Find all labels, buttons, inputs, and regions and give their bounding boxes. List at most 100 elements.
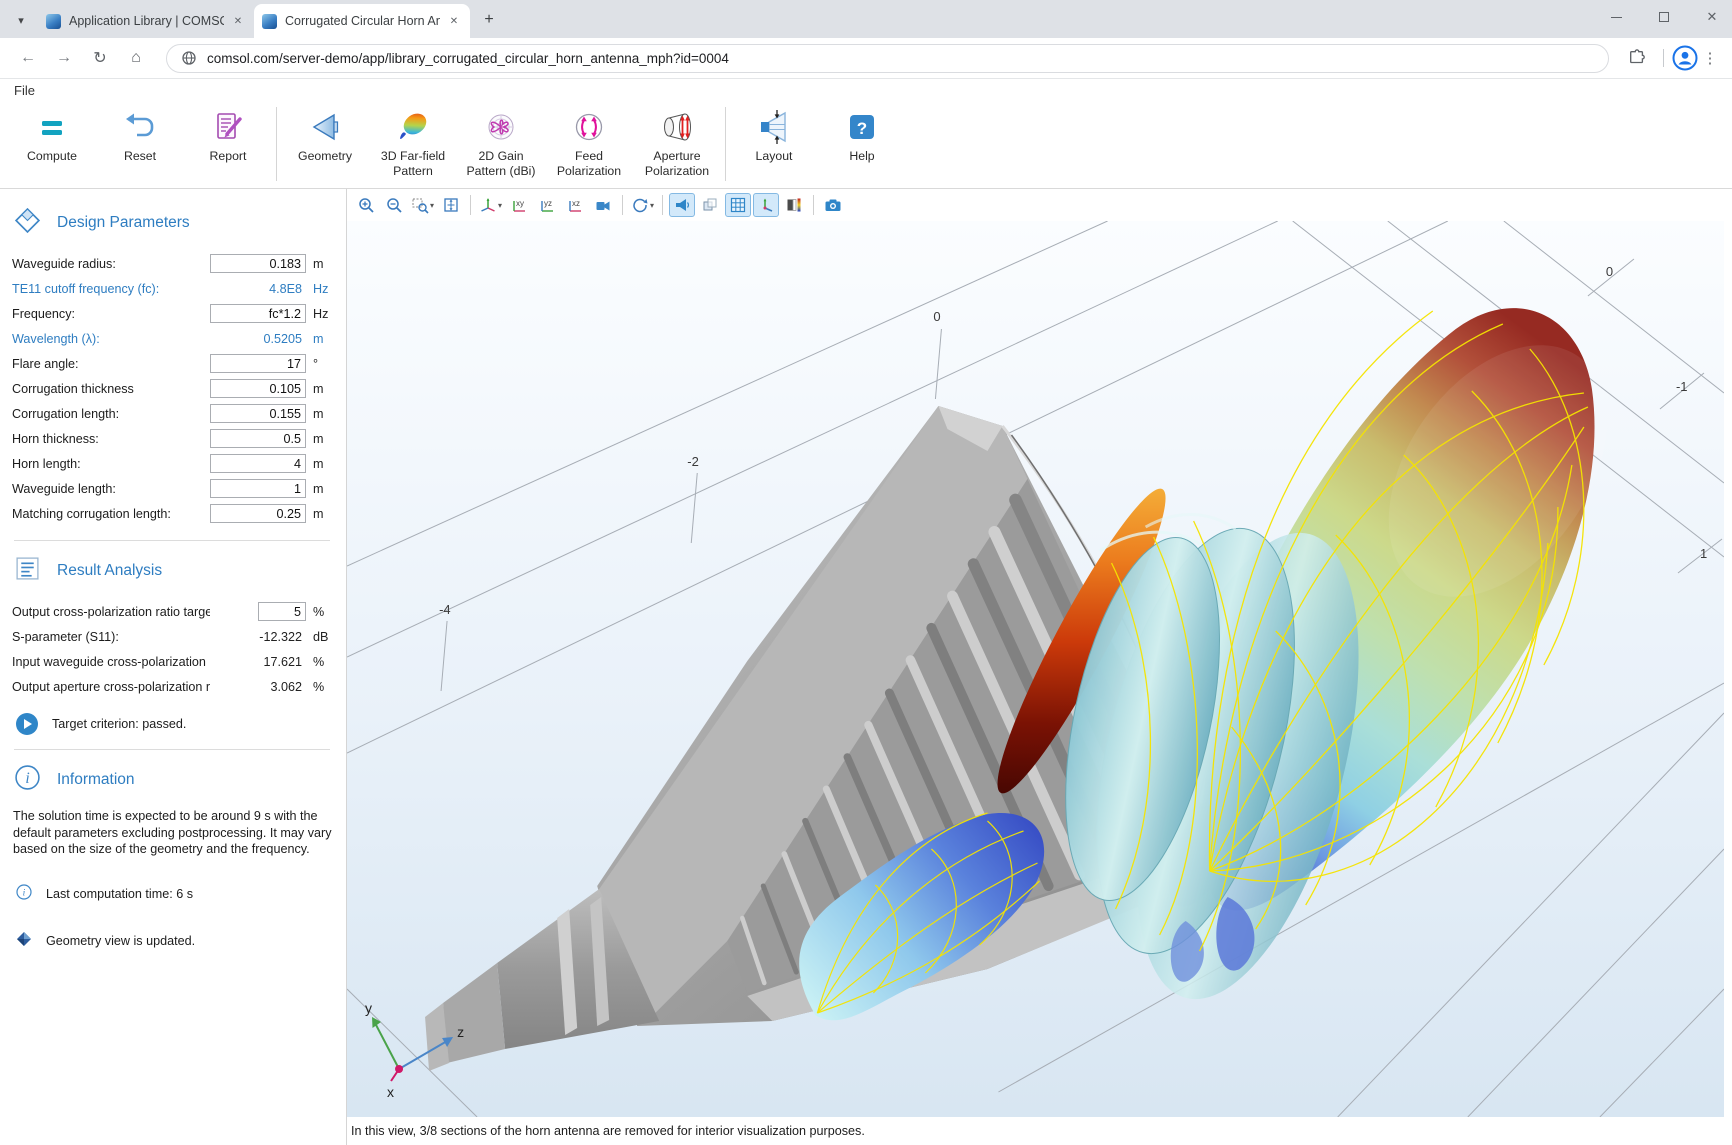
home-button[interactable]: ⌂ <box>122 44 150 72</box>
view-xz-button[interactable]: xz <box>562 193 588 217</box>
flare-angle-input[interactable] <box>210 354 306 373</box>
site-info-icon[interactable] <box>181 50 197 66</box>
information-title: Information <box>57 771 135 789</box>
help-button[interactable]: ? Help <box>818 105 906 164</box>
svg-text:i: i <box>25 770 29 787</box>
param-row: Corrugation length:m <box>12 401 332 426</box>
frequency-input[interactable] <box>210 304 306 323</box>
param-row: Waveguide radius:m <box>12 251 332 276</box>
param-row: Frequency:Hz <box>12 301 332 326</box>
app-menubar: File <box>0 79 1732 101</box>
window-controls: ✕ <box>1606 7 1722 27</box>
geometry-updated-row: Geometry view is updated. <box>16 931 332 952</box>
scene-sound-toggle[interactable] <box>669 193 695 217</box>
info-circle-icon: i <box>16 884 32 905</box>
divider <box>14 749 330 750</box>
rotate-button[interactable]: ▾ <box>629 193 656 217</box>
reset-button[interactable]: Reset <box>96 105 184 164</box>
result-row: S-parameter (S11):-12.322dB <box>12 624 332 649</box>
profile-avatar[interactable] <box>1672 45 1698 71</box>
zoom-box-button[interactable]: ▾ <box>409 193 436 217</box>
close-icon[interactable]: ✕ <box>230 13 246 29</box>
reload-button[interactable]: ↻ <box>86 44 114 72</box>
tab-strip: ▾ Application Library | COMSOL S ✕ Corru… <box>0 0 1732 38</box>
view-xy-button[interactable]: xy <box>506 193 532 217</box>
result-row: Input waveguide cross-polarization ratio… <box>12 649 332 674</box>
svg-text:-1: -1 <box>1676 379 1688 394</box>
param-row: Horn thickness:m <box>12 426 332 451</box>
model-3d-view[interactable]: 0 -2 -4 0 -1 1 <box>347 221 1724 1117</box>
layout-button[interactable]: Layout <box>730 105 818 164</box>
minimize-button[interactable] <box>1606 7 1626 27</box>
param-row: Wavelength (λ):0.5205m <box>12 326 332 351</box>
aperture-polarization-button[interactable]: Aperture Polarization <box>633 105 721 179</box>
wavelength-value: 0.5205 <box>210 332 306 346</box>
back-button[interactable]: ← <box>14 44 42 72</box>
maximize-button[interactable] <box>1654 7 1674 27</box>
close-icon[interactable]: ✕ <box>446 13 462 29</box>
waveguide-length-input[interactable] <box>210 479 306 498</box>
divider <box>276 107 277 181</box>
geometry-button[interactable]: Geometry <box>281 105 369 164</box>
window-close-button[interactable]: ✕ <box>1702 7 1722 27</box>
result-row: Output cross-polarization ratio target:% <box>12 599 332 624</box>
gain-2d-icon <box>482 108 520 146</box>
horn-length-input[interactable] <box>210 454 306 473</box>
cross-polarization-target-input[interactable] <box>258 602 306 621</box>
svg-text:xy: xy <box>516 199 524 208</box>
feed-polarization-button[interactable]: Feed Polarization <box>545 105 633 179</box>
tab-application-library[interactable]: Application Library | COMSOL S ✕ <box>38 4 254 38</box>
corrugation-length-input[interactable] <box>210 404 306 423</box>
tab-corrugated-horn[interactable]: Corrugated Circular Horn Anten ✕ <box>254 4 470 38</box>
svg-text:z: z <box>457 1024 464 1040</box>
far-field-3d-button[interactable]: 3D Far-field Pattern <box>369 105 457 179</box>
axes-toggle[interactable] <box>753 193 779 217</box>
zoom-out-button[interactable] <box>381 193 407 217</box>
file-menu[interactable]: File <box>14 83 35 98</box>
zoom-in-button[interactable] <box>353 193 379 217</box>
reset-icon <box>121 108 159 146</box>
matching-corrugation-length-input[interactable] <box>210 504 306 523</box>
svg-text:y: y <box>365 1000 372 1016</box>
caret-down-icon: ▾ <box>650 201 654 210</box>
param-row: Horn length:m <box>12 451 332 476</box>
compute-button[interactable]: Compute <box>8 105 96 164</box>
browser-menu-icon[interactable]: ⋮ <box>1698 49 1722 67</box>
url-bar[interactable]: comsol.com/server-demo/app/library_corru… <box>166 44 1609 73</box>
target-criterion-row: Target criterion: passed. <box>16 713 332 735</box>
view-yz-button[interactable]: yz <box>534 193 560 217</box>
layout-icon <box>755 108 793 146</box>
tab-search-button[interactable]: ▾ <box>8 7 34 33</box>
view-orientation-button[interactable]: ▾ <box>477 193 504 217</box>
forward-button[interactable]: → <box>50 44 78 72</box>
chevron-down-icon: ▾ <box>18 14 24 27</box>
information-icon: i <box>14 764 41 796</box>
result-row: Output aperture cross-polarization ratio… <box>12 674 332 699</box>
last-computation-row: i Last computation time: 6 s <box>16 884 332 905</box>
new-tab-button[interactable]: + <box>476 7 502 33</box>
corrugation-thickness-input[interactable] <box>210 379 306 398</box>
legend-toggle[interactable] <box>781 193 807 217</box>
extensions-icon[interactable] <box>1623 44 1651 72</box>
gain-2d-button[interactable]: 2D Gain Pattern (dBi) <box>457 105 545 179</box>
default-view-button[interactable] <box>590 193 616 217</box>
param-row: Flare angle:° <box>12 351 332 376</box>
zoom-extents-button[interactable] <box>438 193 464 217</box>
tab-title: Application Library | COMSOL S <box>69 14 224 28</box>
divider <box>725 107 726 181</box>
waveguide-radius-input[interactable] <box>210 254 306 273</box>
grid-toggle[interactable] <box>725 193 751 217</box>
screenshot-button[interactable] <box>820 193 846 217</box>
far-field-3d-icon <box>394 108 432 146</box>
transparency-button[interactable] <box>697 193 723 217</box>
divider <box>622 195 623 215</box>
svg-text:-4: -4 <box>439 602 451 617</box>
report-button[interactable]: Report <box>184 105 272 164</box>
caret-down-icon: ▾ <box>430 201 434 210</box>
app-ribbon: Compute Reset Report Geometry 3D Far-fie… <box>0 101 1732 189</box>
svg-text:?: ? <box>857 119 867 138</box>
play-icon[interactable] <box>16 713 38 735</box>
s-parameter-value: -12.322 <box>210 630 306 644</box>
horn-thickness-input[interactable] <box>210 429 306 448</box>
design-parameters-icon <box>14 207 41 239</box>
